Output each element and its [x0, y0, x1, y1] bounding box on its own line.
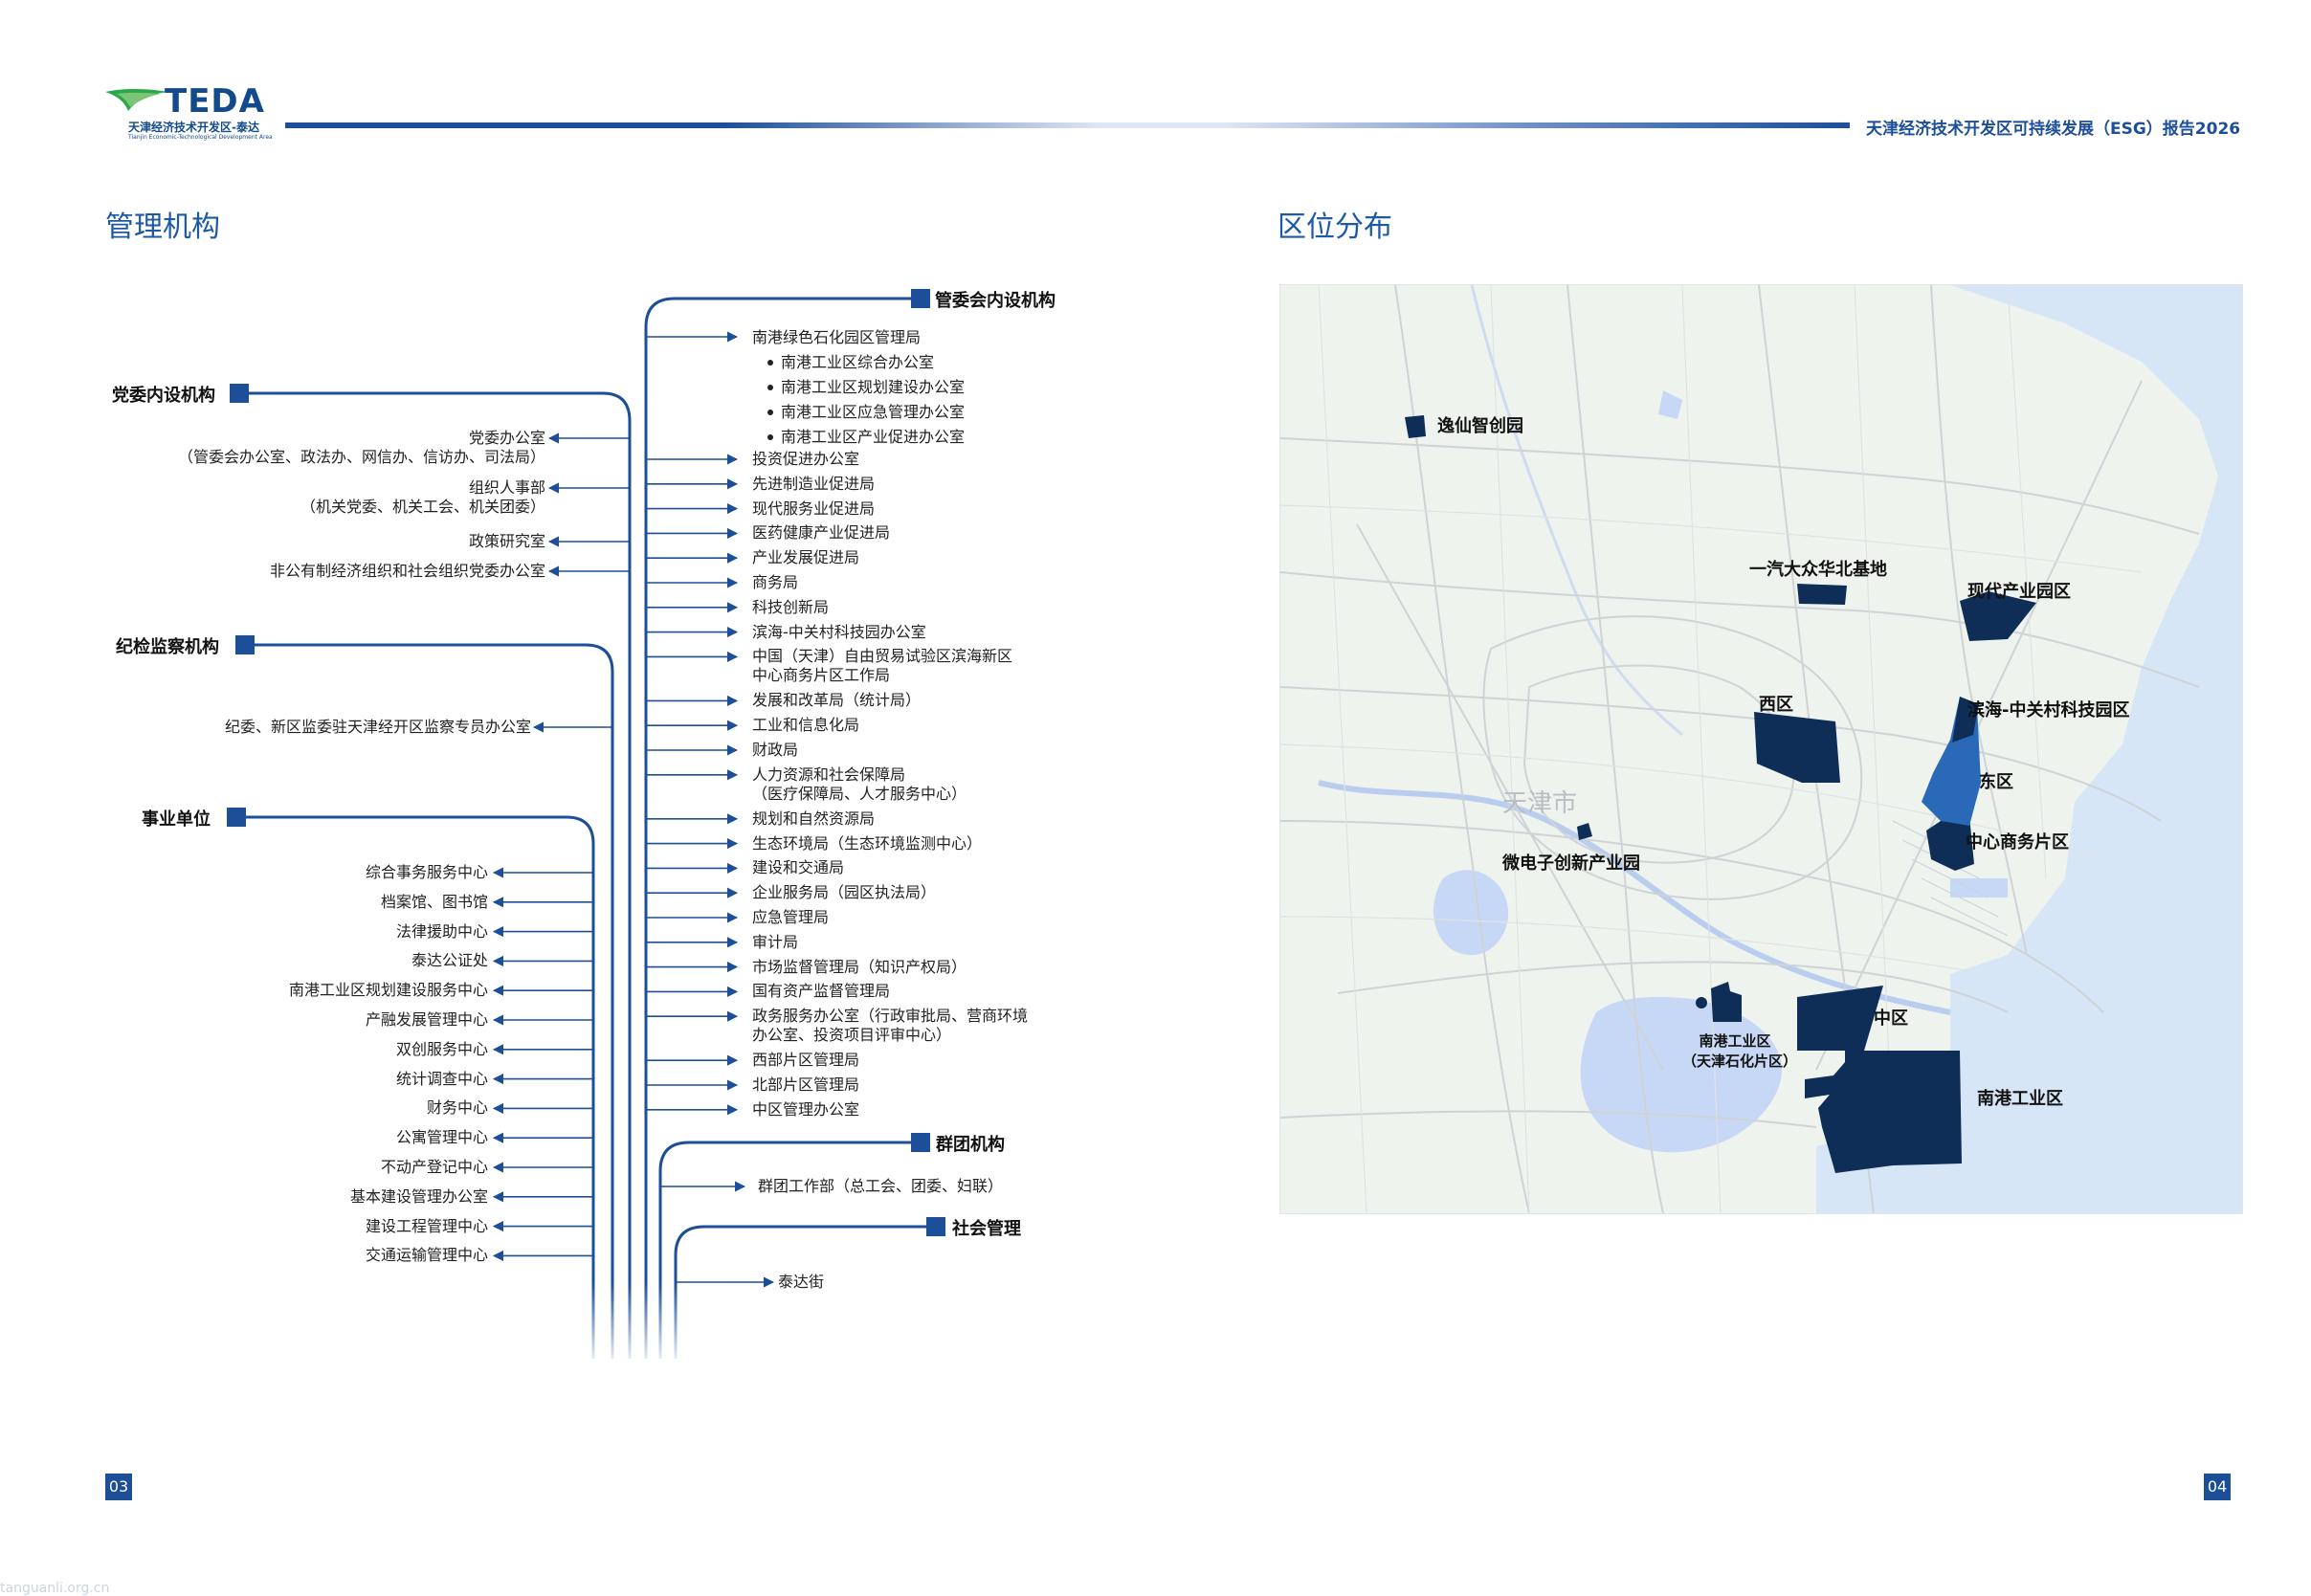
group-mass: 群团机构: [936, 1135, 1005, 1155]
map-label-nangang: 南港工业区: [1977, 1089, 2063, 1109]
committee-item: 建设和交通局: [752, 858, 845, 877]
bullet-dot: [767, 360, 773, 366]
square-committee: [911, 289, 930, 308]
group-social: 社会管理: [952, 1219, 1021, 1239]
bullet-dot: [767, 385, 773, 390]
committee-item: 北部片区管理局: [752, 1075, 860, 1094]
committee-item: 政务服务办公室（行政审批局、营商环境: [752, 1007, 1029, 1026]
social-item-1: 泰达街: [778, 1273, 825, 1291]
bullet-dot: [767, 434, 773, 440]
mass-item-1: 群团工作部（总工会、团委、妇联）: [758, 1177, 1004, 1195]
committee-item-sub: 中心商务片区工作局: [752, 666, 891, 685]
public-item: 法律援助中心: [395, 921, 488, 941]
square-public: [227, 808, 246, 827]
party-item-2: 组织人事部: [468, 478, 545, 497]
map-label-ng-petro-l2: （天津石化片区）: [1682, 1053, 1798, 1070]
discipline-item-1: 纪委、新区监委驻天津经开区监察专员办公室: [224, 718, 531, 736]
zone-faw: [1797, 584, 1847, 605]
square-party: [230, 384, 249, 403]
public-item: 公寓管理中心: [395, 1128, 488, 1147]
zone-ng-petro-dot: [1696, 997, 1707, 1009]
square-discipline: [235, 635, 255, 654]
party-item-1-sub: （管委会办公室、政法办、网信办、信访办、司法局）: [177, 448, 545, 466]
committee-sub-item: 南港工业区规划建设办公室: [781, 378, 966, 396]
square-social: [926, 1217, 945, 1236]
public-item: 基本建设管理办公室: [349, 1186, 488, 1206]
map-city-label: 天津市: [1502, 789, 1577, 818]
group-committee: 管委会内设机构: [935, 291, 1056, 311]
map-label-modern: 现代产业园区: [1967, 582, 2071, 602]
committee-item: 财政局: [752, 741, 799, 759]
section-title-location: 区位分布: [1278, 211, 1392, 244]
public-item: 综合事务服务中心: [365, 863, 488, 881]
page-number-left: 03: [105, 1474, 132, 1500]
public-item: 不动产登记中心: [380, 1158, 488, 1176]
group-discipline: 纪检监察机构: [116, 637, 219, 657]
public-item: 档案馆、图书馆: [380, 892, 488, 911]
committee-item: 科技创新局: [752, 597, 830, 616]
public-item: 产融发展管理中心: [365, 1010, 488, 1029]
committee-sub-item: 南港工业区应急管理办公室: [781, 403, 966, 421]
public-item: 财务中心: [426, 1098, 488, 1118]
committee-sub-item: 南港工业区综合办公室: [781, 353, 935, 371]
committee-item: 市场监督管理局（知识产权局）: [752, 957, 967, 976]
map-label-faw: 一汽大众华北基地: [1749, 560, 1887, 580]
map-canvas: 天津市: [1280, 285, 2242, 1213]
committee-item: 医药健康产业促进局: [752, 523, 891, 543]
report-title: 天津经济技术开发区可持续发展（ESG）报告2026: [1866, 120, 2241, 139]
group-public: 事业单位: [142, 809, 211, 830]
committee-item: 规划和自然资源局: [752, 809, 876, 828]
committee-sub-item: 南港工业区产业促进办公室: [781, 428, 966, 446]
watermark: tanguanli.org.cn: [0, 1581, 110, 1596]
party-item-2-sub: （机关党委、机关工会、机关团委）: [300, 498, 545, 516]
committee-item: 人力资源和社会保障局: [752, 765, 906, 784]
party-item-1: 党委办公室: [468, 429, 545, 447]
bullet-dot: [767, 410, 773, 415]
committee-item: 先进制造业促进局: [752, 474, 876, 493]
public-item: 泰达公证处: [411, 951, 488, 970]
committee-item: 发展和改革局（统计局）: [752, 691, 922, 710]
committee-item: 西部片区管理局: [752, 1051, 860, 1070]
committee-item-first: 南港绿色石化园区管理局: [752, 328, 922, 346]
committee-item: 国有资产监督管理局: [752, 982, 891, 1001]
committee-item: 工业和信息化局: [752, 716, 860, 735]
page-number-right: 04: [2204, 1474, 2231, 1500]
map-label-zgc: 滨海-中关村科技园区: [1967, 700, 2130, 720]
public-item: 建设工程管理中心: [365, 1216, 488, 1235]
map-label-ng-petro: 南港工业区 （天津石化片区）: [1682, 1031, 1798, 1071]
committee-item-sub: 办公室、投资项目评审中心）: [752, 1026, 952, 1045]
committee-item: 产业发展促进局: [752, 548, 860, 567]
public-item: 交通运输管理中心: [365, 1246, 488, 1265]
map-label-middle: 中区: [1874, 1009, 1908, 1029]
committee-item: 审计局: [752, 932, 799, 951]
committee-item: 投资促进办公室: [752, 450, 860, 468]
committee-item: 企业服务局（园区执法局）: [752, 883, 937, 902]
map-label-micro: 微电子创新产业园: [1502, 853, 1640, 874]
location-map[interactable]: 天津市 逸仙智创园 一汽大众华北基地 现代产业园区 西区 滨海-中关村科技园区 …: [1279, 284, 2243, 1214]
party-item-4: 非公有制经济组织和社会组织党委办公室: [269, 562, 545, 580]
committee-item: 中区管理办公室: [752, 1099, 860, 1119]
map-label-west: 西区: [1759, 695, 1793, 715]
map-label-ng-petro-l1: 南港工业区: [1699, 1032, 1771, 1050]
committee-item: 商务局: [752, 573, 799, 591]
committee-item: 现代服务业促进局: [752, 499, 876, 518]
group-party: 党委内设机构: [112, 386, 215, 406]
public-item: 南港工业区规划建设服务中心: [288, 981, 488, 1000]
org-chart-lines: [243, 297, 926, 1368]
map-label-cbd: 中心商务片区: [1966, 832, 2069, 853]
committee-item-sub: （医疗保障局、人才服务中心）: [752, 784, 967, 803]
map-label-yixian: 逸仙智创园: [1437, 416, 1523, 436]
committee-item: 滨海-中关村科技园办公室: [752, 622, 926, 641]
public-item: 统计调查中心: [395, 1069, 488, 1088]
party-item-3: 政策研究室: [468, 532, 545, 550]
map-label-east: 东区: [1979, 772, 2013, 792]
committee-item: 中国（天津）自由贸易试验区滨海新区: [752, 647, 1013, 666]
public-item: 双创服务中心: [395, 1039, 488, 1058]
square-mass: [911, 1133, 930, 1152]
committee-item: 生态环境局（生态环境监测中心）: [752, 833, 983, 853]
committee-item: 应急管理局: [752, 908, 830, 926]
